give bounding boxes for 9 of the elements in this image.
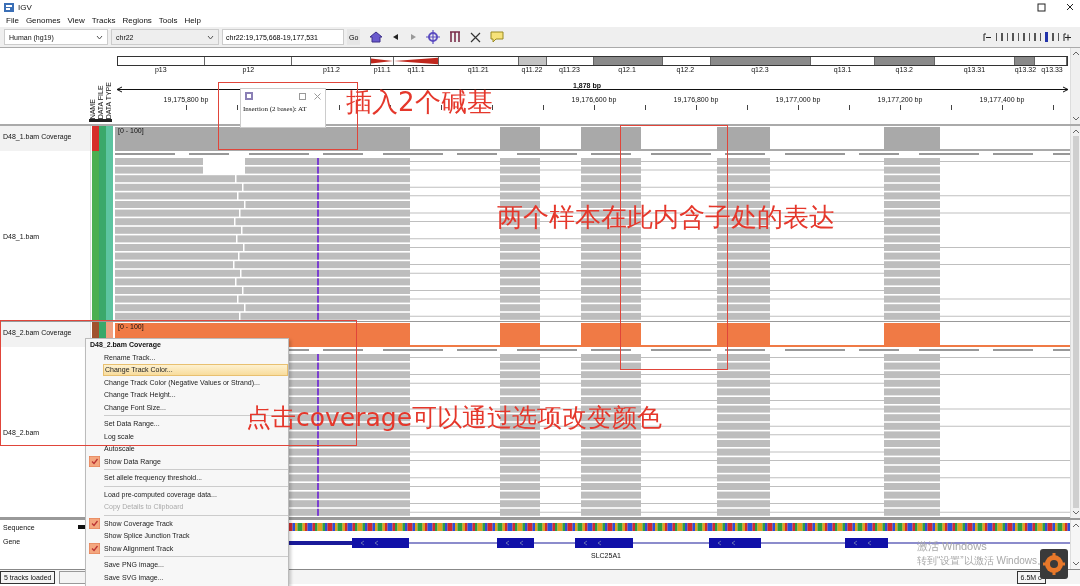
menu-item[interactable]: Tools xyxy=(158,16,178,25)
activation-notice-text: 转到“设置”以激活 Windows。 xyxy=(917,554,1047,568)
menu-item[interactable]: File xyxy=(6,16,19,25)
menu-item[interactable]: Help xyxy=(184,16,201,25)
window-title: IGV xyxy=(18,2,32,12)
menu-item[interactable]: View xyxy=(67,16,85,25)
menu-item[interactable]: Genomes xyxy=(25,16,61,25)
menu-item[interactable]: Tracks xyxy=(91,16,116,25)
menu-item[interactable]: Regions xyxy=(122,16,152,25)
